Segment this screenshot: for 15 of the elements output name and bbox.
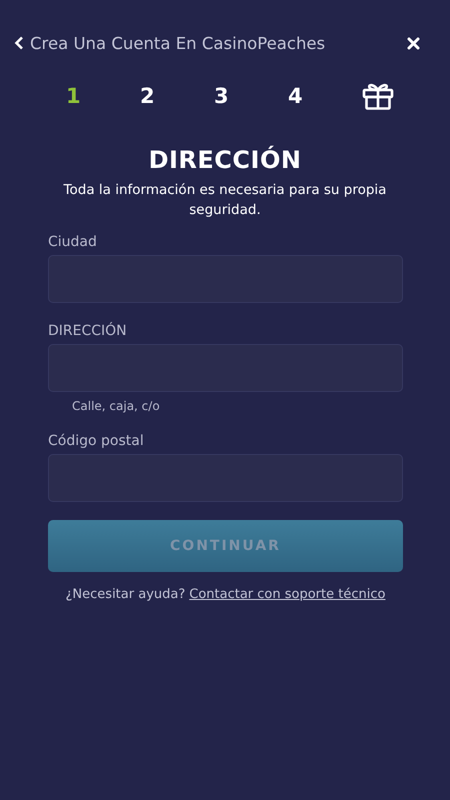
field-hint: Calle, caja, c/o xyxy=(72,399,160,413)
header-title: Crea Una Cuenta En CasinoPeaches xyxy=(30,34,326,52)
support-link[interactable]: Contactar con soporte técnico xyxy=(189,587,386,602)
step-number: 1 xyxy=(66,84,81,108)
form-subtitle: Toda la información es necesaria para su propia seguridad. xyxy=(62,181,388,220)
help-text: ¿Necesitar ayuda? xyxy=(66,587,186,602)
field-label: Ciudad xyxy=(48,234,97,250)
close-icon[interactable] xyxy=(407,36,420,50)
step-number: 4 xyxy=(288,84,303,108)
step-number: 2 xyxy=(140,84,155,108)
back-icon[interactable] xyxy=(14,36,24,50)
form-heading: DIRECCIÓN xyxy=(148,146,302,174)
step-number: 3 xyxy=(214,84,229,108)
field-label: DIRECCIÓN xyxy=(48,323,127,339)
field-label: Código postal xyxy=(48,433,144,449)
